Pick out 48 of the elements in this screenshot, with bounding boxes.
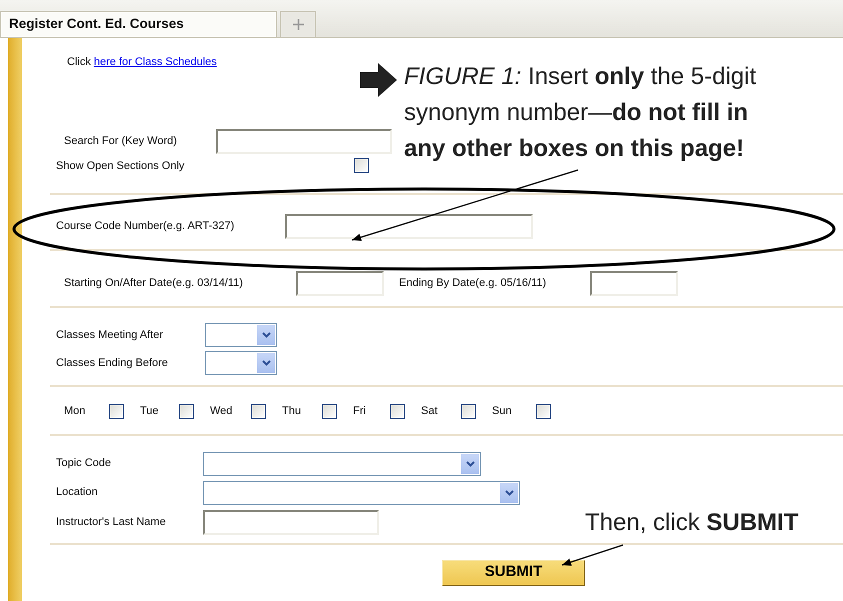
tab[interactable]: Register Cont. Ed. Courses xyxy=(0,11,277,37)
chevron-down-icon xyxy=(262,360,270,366)
select-field[interactable] xyxy=(203,452,481,476)
field-label: Fri xyxy=(353,404,367,419)
select-field[interactable] xyxy=(205,323,277,347)
chevron-down-icon xyxy=(262,332,270,338)
field-label: Search For (Key Word) xyxy=(64,134,178,149)
field-label: Ending By Date(e.g. 05/16/11) xyxy=(399,276,548,292)
search-field[interactable] xyxy=(216,128,392,154)
field-label: Instructor's Last Name xyxy=(56,514,167,530)
callout-text: Then, click SUBMIT xyxy=(585,508,798,538)
field-label: Sun xyxy=(492,404,513,419)
date-field[interactable] xyxy=(590,271,678,296)
chevron-down-icon xyxy=(504,490,514,496)
schedule-link[interactable]: here for Class Schedules xyxy=(94,56,217,68)
arrow-icon xyxy=(360,63,397,97)
field-label: Thu xyxy=(282,404,302,419)
field-label: Classes Meeting After xyxy=(56,328,164,343)
checkbox[interactable] xyxy=(390,404,405,419)
name-field[interactable] xyxy=(203,510,379,534)
chevron-down-icon xyxy=(466,460,474,466)
checkbox[interactable] xyxy=(251,404,266,419)
field-label: Sat xyxy=(421,404,439,419)
new-tab-button[interactable] xyxy=(280,11,316,37)
checkbox[interactable] xyxy=(536,404,551,419)
field-label: Location xyxy=(56,485,99,500)
field-label: Course Code Number(e.g. ART-327) xyxy=(56,219,236,234)
pointer-arrow xyxy=(562,544,624,566)
checkbox[interactable] xyxy=(109,404,124,419)
course-code-field[interactable] xyxy=(285,214,533,239)
date-field[interactable] xyxy=(296,271,384,296)
select-field[interactable] xyxy=(205,351,277,375)
field-label: Show Open Sections Only xyxy=(56,158,186,174)
checkbox[interactable] xyxy=(179,404,194,419)
submit-button[interactable]: SUBMIT xyxy=(442,560,585,586)
field-label: Tue xyxy=(140,404,160,419)
select-field[interactable] xyxy=(203,480,520,504)
checkbox[interactable] xyxy=(322,404,337,419)
plus-icon xyxy=(292,19,304,30)
checkbox[interactable] xyxy=(354,158,369,174)
checkbox[interactable] xyxy=(461,404,476,419)
callout-text: FIGURE 1: Insert only the 5-digit synonym number—do not fill in any other boxes on this page! xyxy=(404,62,758,164)
field-label: Starting On/After Date(e.g. 03/14/11) xyxy=(64,276,244,292)
field-label: Mon xyxy=(64,404,86,419)
field-label: Classes Ending Before xyxy=(56,356,169,371)
field-label: Wed xyxy=(210,404,234,419)
field-label: Topic Code xyxy=(56,456,112,472)
instruction-text: Click here for Class Schedules xyxy=(67,55,217,70)
